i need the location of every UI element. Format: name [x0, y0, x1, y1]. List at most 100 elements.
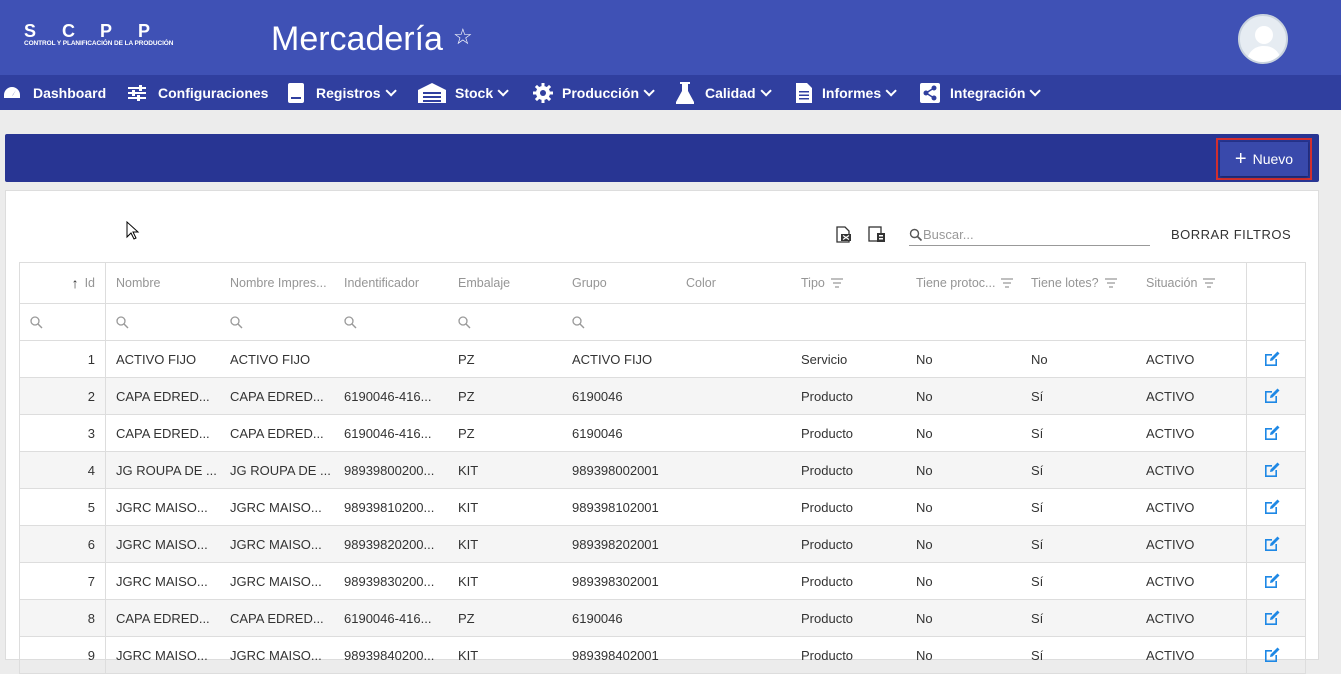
filter-cell-situacion: [1136, 304, 1246, 340]
cell-id: 1: [20, 341, 106, 377]
col-header-grupo[interactable]: Grupo: [562, 263, 676, 303]
chevron-down-icon: [1029, 84, 1042, 97]
nav-produccion[interactable]: Producción: [533, 75, 655, 110]
table-row[interactable]: 6 JGRC MAISO... JGRC MAISO... 98939820200..…: [20, 526, 1305, 563]
search-icon: [344, 315, 357, 328]
cell-situacion: ACTIVO: [1146, 610, 1195, 626]
table-row[interactable]: 4 JG ROUPA DE ... JG ROUPA DE ... 989398002…: [20, 452, 1305, 489]
search-input[interactable]: [923, 227, 1143, 242]
edit-icon[interactable]: [1263, 387, 1281, 405]
cell-tipo: Producto: [801, 573, 854, 589]
filter-cell-identificador[interactable]: [334, 304, 448, 340]
cell-tipo: Servicio: [801, 351, 848, 367]
table-row[interactable]: 5 JGRC MAISO... JGRC MAISO... 98939810200..…: [20, 489, 1305, 526]
col-header-embalaje[interactable]: Embalaje: [448, 263, 562, 303]
col-header-id[interactable]: ↑ Id: [20, 263, 106, 303]
cell-grupo: 989398302001: [572, 573, 659, 589]
cell-tipo: Producto: [801, 462, 854, 478]
edit-icon[interactable]: [1263, 535, 1281, 553]
cell-identificador: 6190046-416...: [344, 388, 432, 404]
nav-informes[interactable]: Informes: [796, 75, 897, 110]
export-excel-icon[interactable]: [836, 226, 852, 243]
col-header-situacion[interactable]: Situación: [1136, 263, 1246, 303]
cell-tiene-protocolo: No: [916, 425, 933, 441]
filter-cell-actions: [1246, 304, 1296, 340]
nav-calidad[interactable]: Calidad: [676, 75, 772, 110]
edit-icon[interactable]: [1263, 609, 1281, 627]
cell-nombre: ACTIVO FIJO: [116, 351, 197, 367]
col-header-tipo[interactable]: Tipo: [791, 263, 906, 303]
search-icon: [30, 315, 43, 328]
col-header-nombre[interactable]: Nombre: [106, 263, 220, 303]
edit-icon[interactable]: [1263, 350, 1281, 368]
cell-grupo: 6190046: [572, 388, 623, 404]
app-header: S C P P CONTROL Y PLANIFICACIÓN DE LA PR…: [0, 0, 1341, 75]
column-chooser-icon[interactable]: [868, 226, 886, 243]
cell-tiene-protocolo: No: [916, 573, 933, 589]
edit-icon[interactable]: [1263, 572, 1281, 590]
cell-id: 7: [20, 563, 106, 599]
user-avatar[interactable]: [1238, 14, 1288, 64]
col-header-actions: [1246, 263, 1296, 303]
chevron-down-icon: [497, 84, 509, 97]
cell-tipo: Producto: [801, 425, 854, 441]
cell-id: 3: [20, 415, 106, 451]
edit-icon[interactable]: [1263, 461, 1281, 479]
edit-cell: [1246, 563, 1296, 599]
col-header-label: Nombre Impres...: [230, 276, 327, 290]
gear-icon: [533, 82, 553, 103]
col-header-label: Situación: [1146, 276, 1198, 290]
edit-icon[interactable]: [1263, 646, 1281, 664]
header-filter-icon[interactable]: [1001, 278, 1014, 288]
filter-cell-embalaje[interactable]: [448, 304, 562, 340]
header-filter-icon[interactable]: [1104, 278, 1117, 288]
col-header-label: Indentificador: [344, 276, 420, 290]
nav-stock[interactable]: Stock: [418, 75, 509, 110]
table-row[interactable]: 8 CAPA EDRED... CAPA EDRED... 6190046-416..…: [20, 600, 1305, 637]
col-header-label: Id: [84, 276, 95, 290]
table-row[interactable]: 7 JGRC MAISO... JGRC MAISO... 98939830200..…: [20, 563, 1305, 600]
filter-cell-protocolo: [906, 304, 1021, 340]
header-filter-icon[interactable]: [1203, 278, 1216, 288]
nav-dashboard[interactable]: Dashboard: [2, 75, 106, 110]
filter-cell-nombre-impresion[interactable]: [220, 304, 334, 340]
cell-nombre-impresion: JGRC MAISO...: [230, 536, 322, 552]
cell-grupo: 989398402001: [572, 647, 659, 663]
action-band: [5, 134, 1319, 182]
col-header-label: Embalaje: [458, 276, 511, 290]
filter-row: [20, 304, 1305, 341]
cell-tiene-protocolo: No: [916, 647, 933, 663]
edit-icon[interactable]: [1263, 424, 1281, 442]
app-logo[interactable]: S C P P CONTROL Y PLANIFICACIÓN DE LA PR…: [24, 21, 174, 50]
sort-ascending-icon: ↑: [71, 275, 79, 291]
main-nav: Dashboard Configuraciones Registros Stoc…: [0, 75, 1341, 110]
edit-cell: [1246, 341, 1296, 377]
header-row: ↑ Id Nombre Nombre Impres... Indentificad…: [20, 263, 1305, 304]
cell-identificador: 98939800200...: [344, 462, 435, 478]
logo-letter: S: [24, 21, 38, 41]
favorite-star-icon[interactable]: ☆: [453, 24, 473, 50]
col-header-tiene-protocolo[interactable]: Tiene protoc...: [906, 263, 1021, 303]
nav-configuraciones[interactable]: Configuraciones: [128, 75, 268, 110]
nav-integracion[interactable]: Integración: [920, 75, 1042, 110]
cell-situacion: ACTIVO: [1146, 499, 1195, 515]
filter-cell-nombre[interactable]: [106, 304, 220, 340]
filter-cell-grupo[interactable]: [562, 304, 676, 340]
col-header-identificador[interactable]: Indentificador: [334, 263, 448, 303]
table-row[interactable]: 3 CAPA EDRED... CAPA EDRED... 6190046-416..…: [20, 415, 1305, 452]
header-filter-icon[interactable]: [830, 278, 843, 288]
table-row[interactable]: 9 JGRC MAISO... JGRC MAISO... 98939840200..…: [20, 637, 1305, 674]
col-header-color[interactable]: Color: [676, 263, 791, 303]
edit-icon[interactable]: [1263, 498, 1281, 516]
table-row[interactable]: 1 ACTIVO FIJO ACTIVO FIJO PZ ACTIVO FIJO Serv…: [20, 341, 1305, 378]
clear-filters-button[interactable]: BORRAR FILTROS: [1171, 227, 1291, 242]
logo-letter: P: [100, 21, 114, 41]
col-header-nombre-impresion[interactable]: Nombre Impres...: [220, 263, 334, 303]
cell-nombre-impresion: CAPA EDRED...: [230, 388, 324, 404]
col-header-tiene-lotes[interactable]: Tiene lotes?: [1021, 263, 1136, 303]
new-button[interactable]: + Nuevo: [1220, 142, 1308, 176]
filter-cell-id[interactable]: [20, 304, 106, 340]
table-row[interactable]: 2 CAPA EDRED... CAPA EDRED... 6190046-416..…: [20, 378, 1305, 415]
nav-registros[interactable]: Registros: [288, 75, 397, 110]
search-icon: [230, 315, 243, 328]
